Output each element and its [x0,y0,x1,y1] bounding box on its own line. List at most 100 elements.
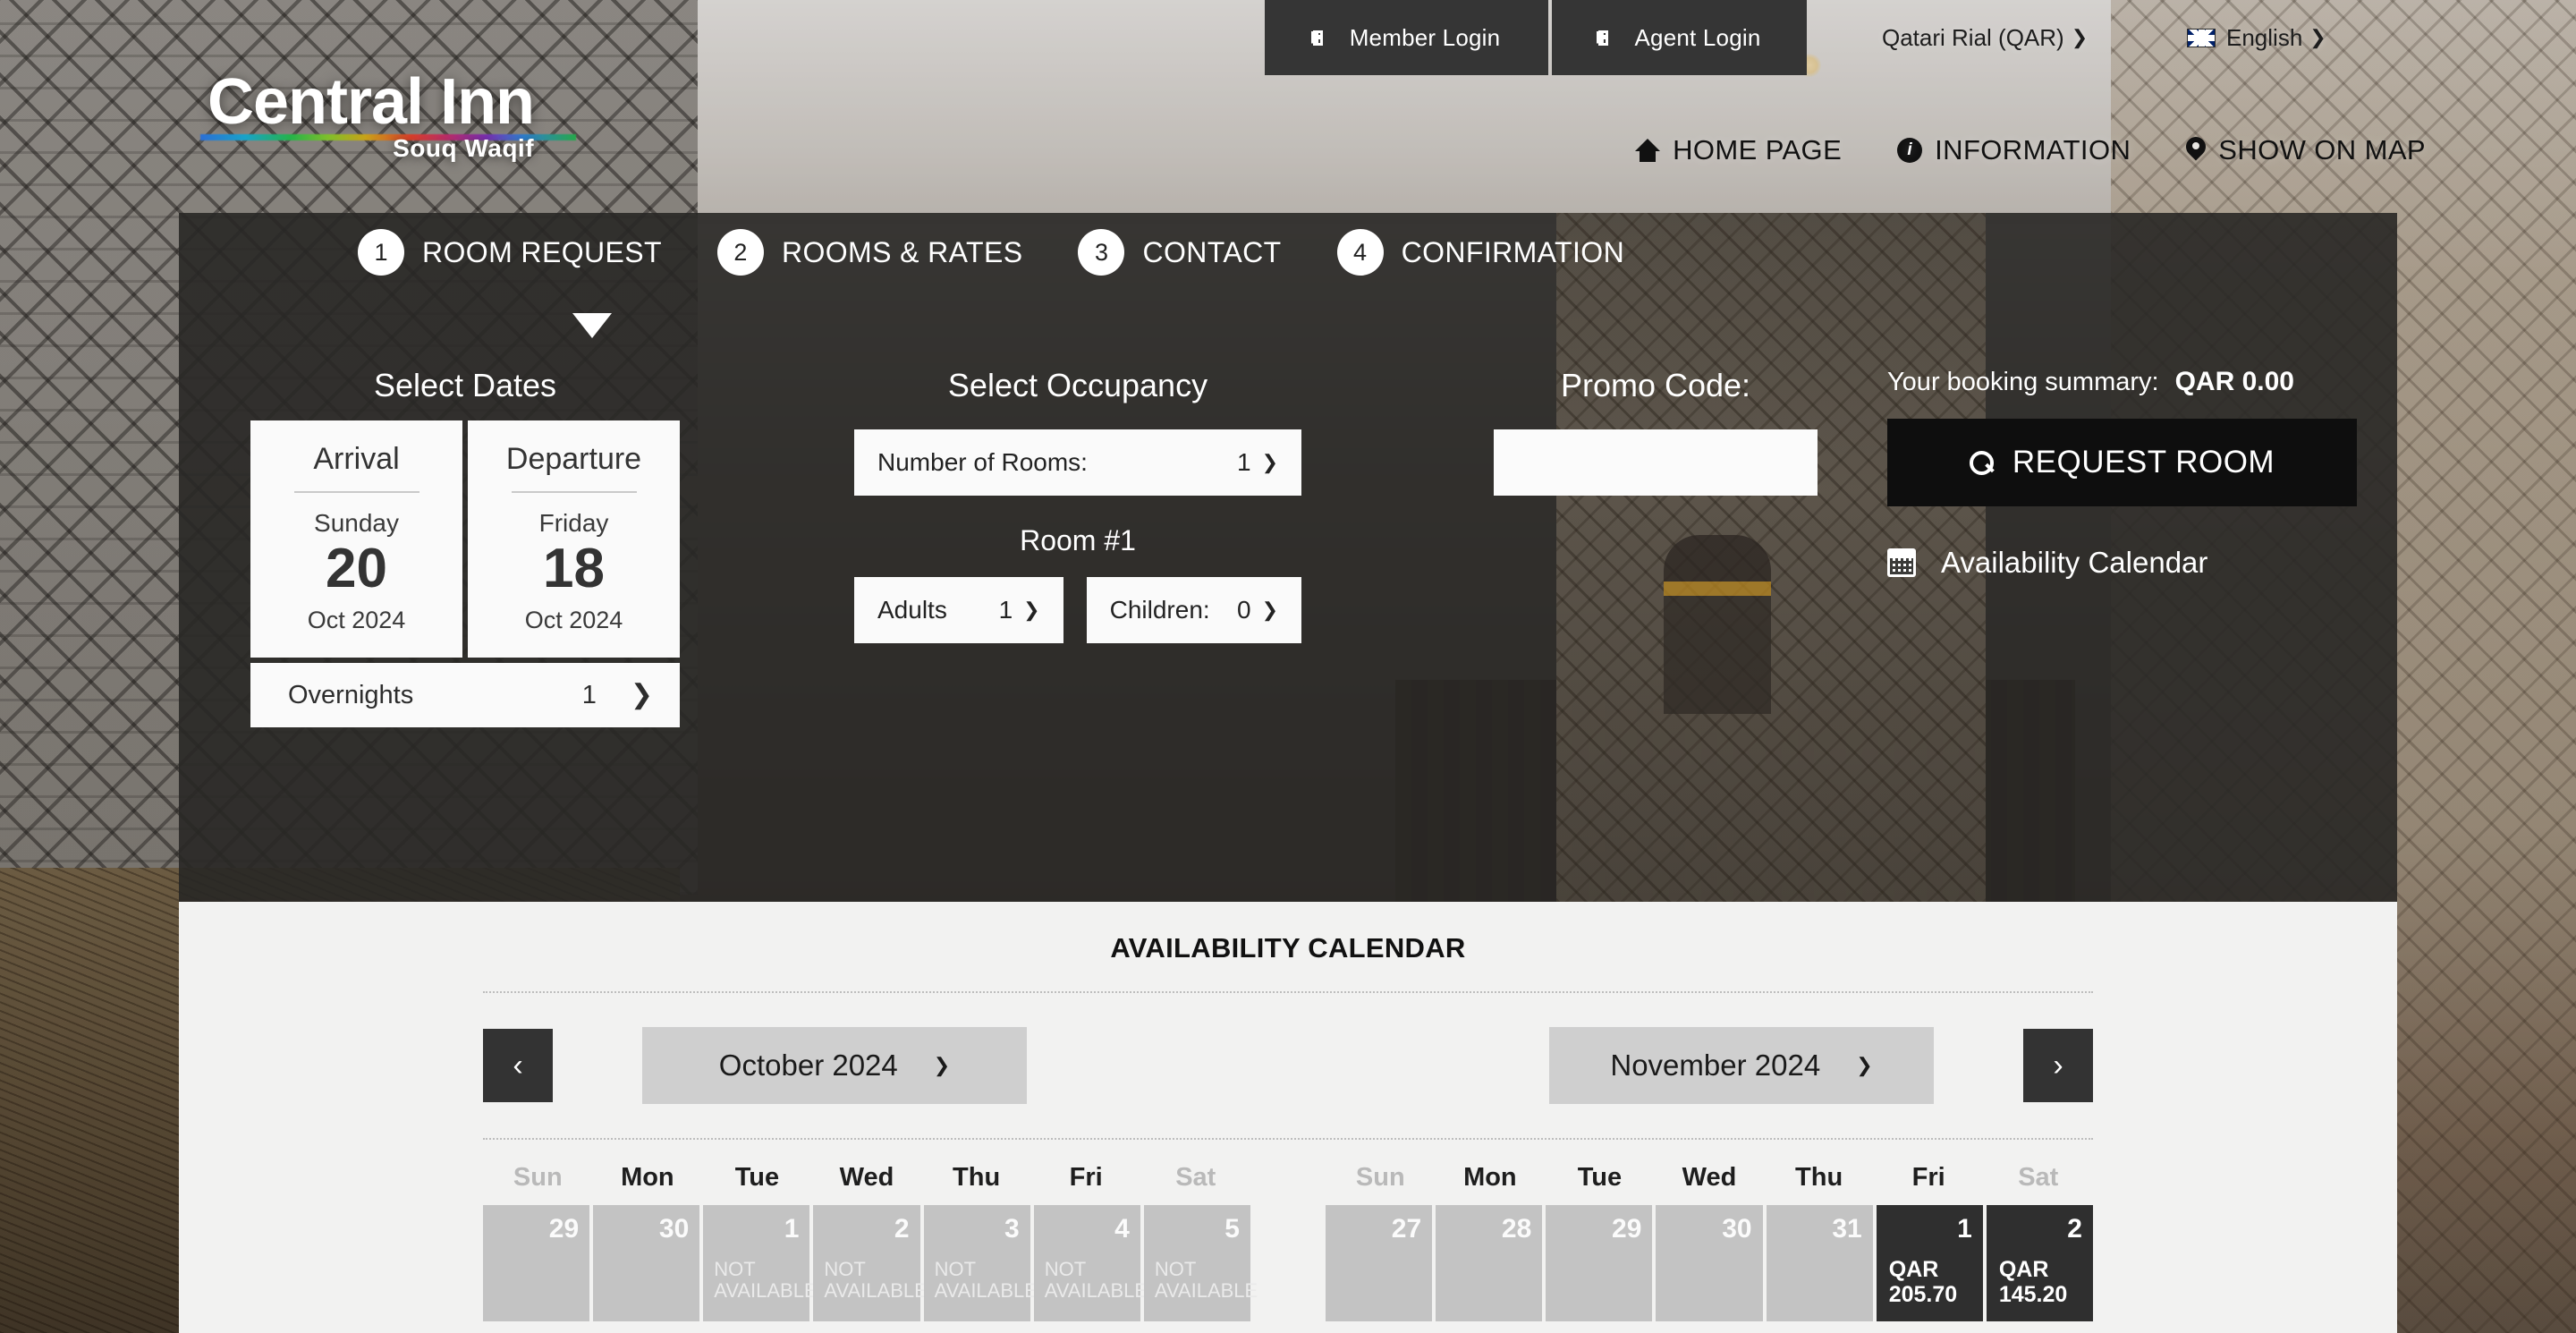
weekday-mon: Mon [621,1163,674,1192]
member-login-button[interactable]: Member Login [1265,0,1548,75]
step-number: 2 [716,229,764,276]
arrival-title: Arrival [313,442,400,476]
weekday-sat: Sat [2018,1163,2059,1192]
login-icon [1597,27,1621,49]
departure-month-year: Oct 2024 [524,607,623,634]
nav-item-information[interactable]: i INFORMATION [1897,134,2131,166]
calendar-day-cell[interactable]: 1 QAR 205.70 [1876,1205,1983,1321]
nav-item-home-page[interactable]: HOME PAGE [1635,134,1842,166]
calendar-day-cell[interactable]: 2 NOT AVAILABLE [813,1205,928,1321]
step-number: 4 [1336,229,1384,276]
agent-login-label: Agent Login [1634,23,1761,51]
day-number: 29 [1612,1214,1642,1244]
number-of-rooms-select[interactable]: Number of Rooms: 1 ❯ [854,429,1301,496]
weekday-sun: Sun [513,1163,563,1192]
children-value: 0 [1236,596,1251,624]
login-icon [1312,27,1335,49]
calendar-day-cell[interactable]: 1 NOT AVAILABLE [703,1205,818,1321]
active-step-arrow-icon [572,313,612,338]
divider [511,491,637,493]
day-number: 31 [1832,1214,1862,1244]
availability-calendar-link[interactable]: Availability Calendar [1887,546,2357,580]
day-status: NOT AVAILABLE [714,1258,818,1303]
request-room-label: REQUEST ROOM [2012,445,2275,480]
day-price: QAR 145.20 [1998,1257,2068,1307]
departure-date-card[interactable]: Departure Friday 18 Oct 2024 [468,420,680,658]
chevron-down-icon: ❯ [2309,26,2326,48]
calendar-day-cell[interactable]: 27 [1326,1205,1433,1321]
right-month-select[interactable]: November 2024 ❯ [1549,1027,1934,1104]
promo-code-input[interactable] [1494,429,1818,496]
arrival-day: 20 [326,538,387,599]
nav-item-show-on-map[interactable]: SHOW ON MAP [2186,134,2426,166]
calendar-day-cell[interactable]: 28 [1436,1205,1543,1321]
weekday-fri: Fri [1069,1163,1103,1192]
weekday-wed: Wed [1682,1163,1737,1192]
arrival-date-card[interactable]: Arrival Sunday 20 Oct 2024 [250,420,462,658]
chevron-down-icon: ❯ [1261,451,1278,473]
departure-day: 18 [543,538,605,599]
calendar-week-row: 29 30 1 NOT AVAILABLE 2 NOT AVAILABLE 3 … [483,1205,1258,1321]
chevron-down-icon: ❯ [1023,599,1040,621]
day-number: 1 [784,1214,800,1244]
booking-steps: 1 ROOM REQUEST 2 ROOMS & RATES 3 CONTACT… [358,229,1680,276]
agent-login-button[interactable]: Agent Login [1552,0,1807,75]
calendar-day-cell[interactable]: 5 NOT AVAILABLE [1143,1205,1258,1321]
step-confirmation[interactable]: 4 CONFIRMATION [1336,229,1625,276]
chevron-left-icon: ‹ [513,1048,523,1083]
currency-selector[interactable]: Qatari Rial (QAR) ❯ [1882,0,2088,75]
member-login-label: Member Login [1349,23,1501,51]
chevron-down-icon: ❯ [933,1054,951,1076]
occupancy-group: Number of Rooms: 1 ❯ Room #1 Adults 1 ❯ … [854,429,1301,643]
nav-label: HOME PAGE [1673,134,1843,166]
step-rooms-and-rates[interactable]: 2 ROOMS & RATES [716,229,1023,276]
logo-primary-text: Central Inn [208,66,535,138]
calendar-day-cell[interactable]: 2 QAR 145.20 [1986,1205,2093,1321]
top-utility-bar: Member Login Agent Login Qatari Rial (QA… [0,0,2576,75]
language-label: English [2226,23,2303,51]
day-number: 2 [894,1214,910,1244]
weekday-sun: Sun [1355,1163,1405,1192]
weekday-tue: Tue [734,1163,780,1192]
divider [293,491,419,493]
day-number: 1 [1957,1214,1972,1244]
request-room-button[interactable]: REQUEST ROOM [1887,419,2357,506]
booking-summary: Your booking summary: QAR 0.00 REQUEST R… [1887,367,2357,580]
left-month-select[interactable]: October 2024 ❯ [642,1027,1027,1104]
number-of-rooms-label: Number of Rooms: [877,448,1088,476]
calendar-day-cell[interactable]: 30 [1656,1205,1763,1321]
prev-month-button[interactable]: ‹ [483,1029,553,1102]
step-label: CONTACT [1142,235,1282,268]
calendar-day-cell[interactable]: 31 [1766,1205,1873,1321]
next-month-button[interactable]: › [2023,1029,2093,1102]
calendar-day-cell[interactable]: 30 [593,1205,700,1321]
calendar-day-cell[interactable]: 29 [483,1205,590,1321]
map-pin-icon [2186,137,2206,164]
step-contact[interactable]: 3 CONTACT [1078,229,1281,276]
overnights-label: Overnights [288,680,414,709]
panel-receptionist-figure [1664,535,1771,714]
site-logo[interactable]: Central Inn Souq Waqif [200,66,576,162]
weekday-thu: Thu [953,1163,1001,1192]
weekday-mon: Mon [1463,1163,1517,1192]
language-selector[interactable]: English ❯ [2187,0,2326,75]
day-status: NOT AVAILABLE [1044,1258,1148,1303]
promo-code-heading: Promo Code: [1560,367,1751,403]
search-icon [1969,451,1994,475]
adults-select[interactable]: Adults 1 ❯ [854,577,1063,643]
number-of-rooms-value: 1 [1236,448,1251,476]
chevron-down-icon: ❯ [2071,26,2089,48]
overnights-select[interactable]: Overnights 1 ❯ [250,663,680,728]
day-number: 4 [1114,1214,1130,1244]
children-select[interactable]: Children: 0 ❯ [1086,577,1301,643]
calendar-navigation: ‹ October 2024 ❯ November 2024 ❯ › [179,1027,2397,1104]
calendar-day-cell[interactable]: 4 NOT AVAILABLE [1033,1205,1148,1321]
calendar-day-cell[interactable]: 29 [1546,1205,1653,1321]
departure-weekday: Friday [538,509,609,537]
calendar-day-cell[interactable]: 3 NOT AVAILABLE [923,1205,1038,1321]
step-room-request[interactable]: 1 ROOM REQUEST [358,229,662,276]
select-dates-group: Arrival Sunday 20 Oct 2024 Departure Fri… [250,420,680,728]
step-number: 1 [358,229,404,276]
month-grid-october: Sun Mon Tue Wed Thu Fri Sat 29 30 1 NOT … [483,1163,1258,1321]
day-number: 5 [1224,1214,1240,1244]
